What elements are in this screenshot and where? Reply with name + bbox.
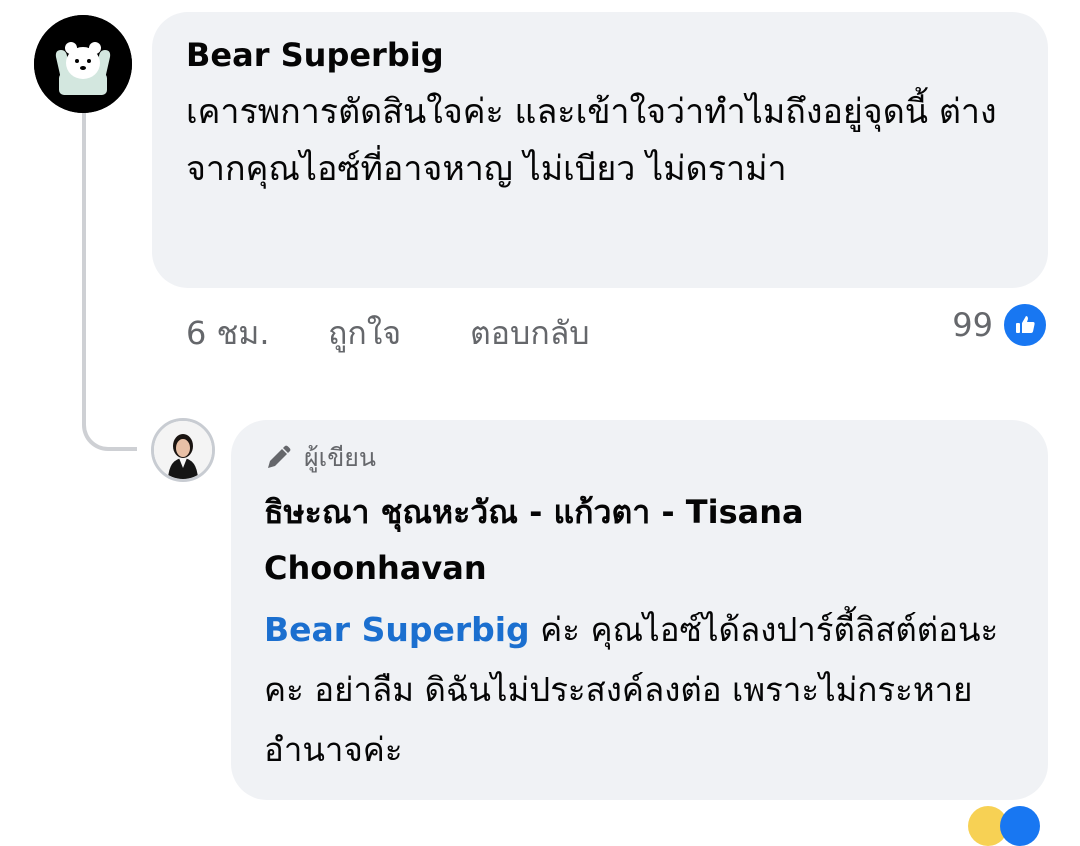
pencil-icon bbox=[268, 445, 291, 468]
reaction-summary[interactable]: 99 bbox=[952, 300, 1049, 350]
profile-photo bbox=[154, 421, 212, 479]
like-thumb-icon bbox=[1001, 301, 1049, 349]
reaction-count: 99 bbox=[952, 306, 993, 344]
thread-connector-line bbox=[82, 108, 137, 451]
comment-timestamp[interactable]: 6 ชม. bbox=[186, 308, 328, 359]
author-badge-label: ผู้เขียน bbox=[304, 443, 377, 472]
reply-author-name[interactable]: ธิษะณา ชุณหะวัณ - แก้วตา - Tisana Choonh… bbox=[264, 484, 1015, 596]
polar-bear-icon bbox=[34, 15, 132, 113]
mention-link[interactable]: Bear Superbig bbox=[264, 610, 530, 649]
reply-bubble: ผู้เขียน ธิษะณา ชุณหะวัณ - แก้วตา - Tisa… bbox=[231, 420, 1048, 800]
comment-text: เคารพการตัดสินใจค่ะ และเข้าใจว่าทำไมถึงอ… bbox=[186, 92, 997, 189]
author-badge: ผู้เขียน bbox=[264, 438, 1015, 478]
reply-text: Bear Superbig ค่ะ คุณไอซ์ได้ลงปาร์ตี้ลิส… bbox=[264, 600, 1015, 780]
reply-action[interactable]: ตอบกลับ bbox=[470, 308, 590, 359]
comment-bubble: Bear Superbig เคารพการตัดสินใจค่ะ และเข้… bbox=[152, 12, 1048, 288]
reply-avatar[interactable] bbox=[151, 418, 215, 482]
comment-author-name[interactable]: Bear Superbig bbox=[186, 34, 1014, 76]
avatar[interactable] bbox=[34, 15, 132, 113]
like-action[interactable]: ถูกใจ bbox=[328, 308, 470, 359]
comment-actions: 6 ชม. ถูกใจ ตอบกลับ bbox=[186, 308, 590, 358]
reaction-like-partial bbox=[1000, 806, 1040, 846]
